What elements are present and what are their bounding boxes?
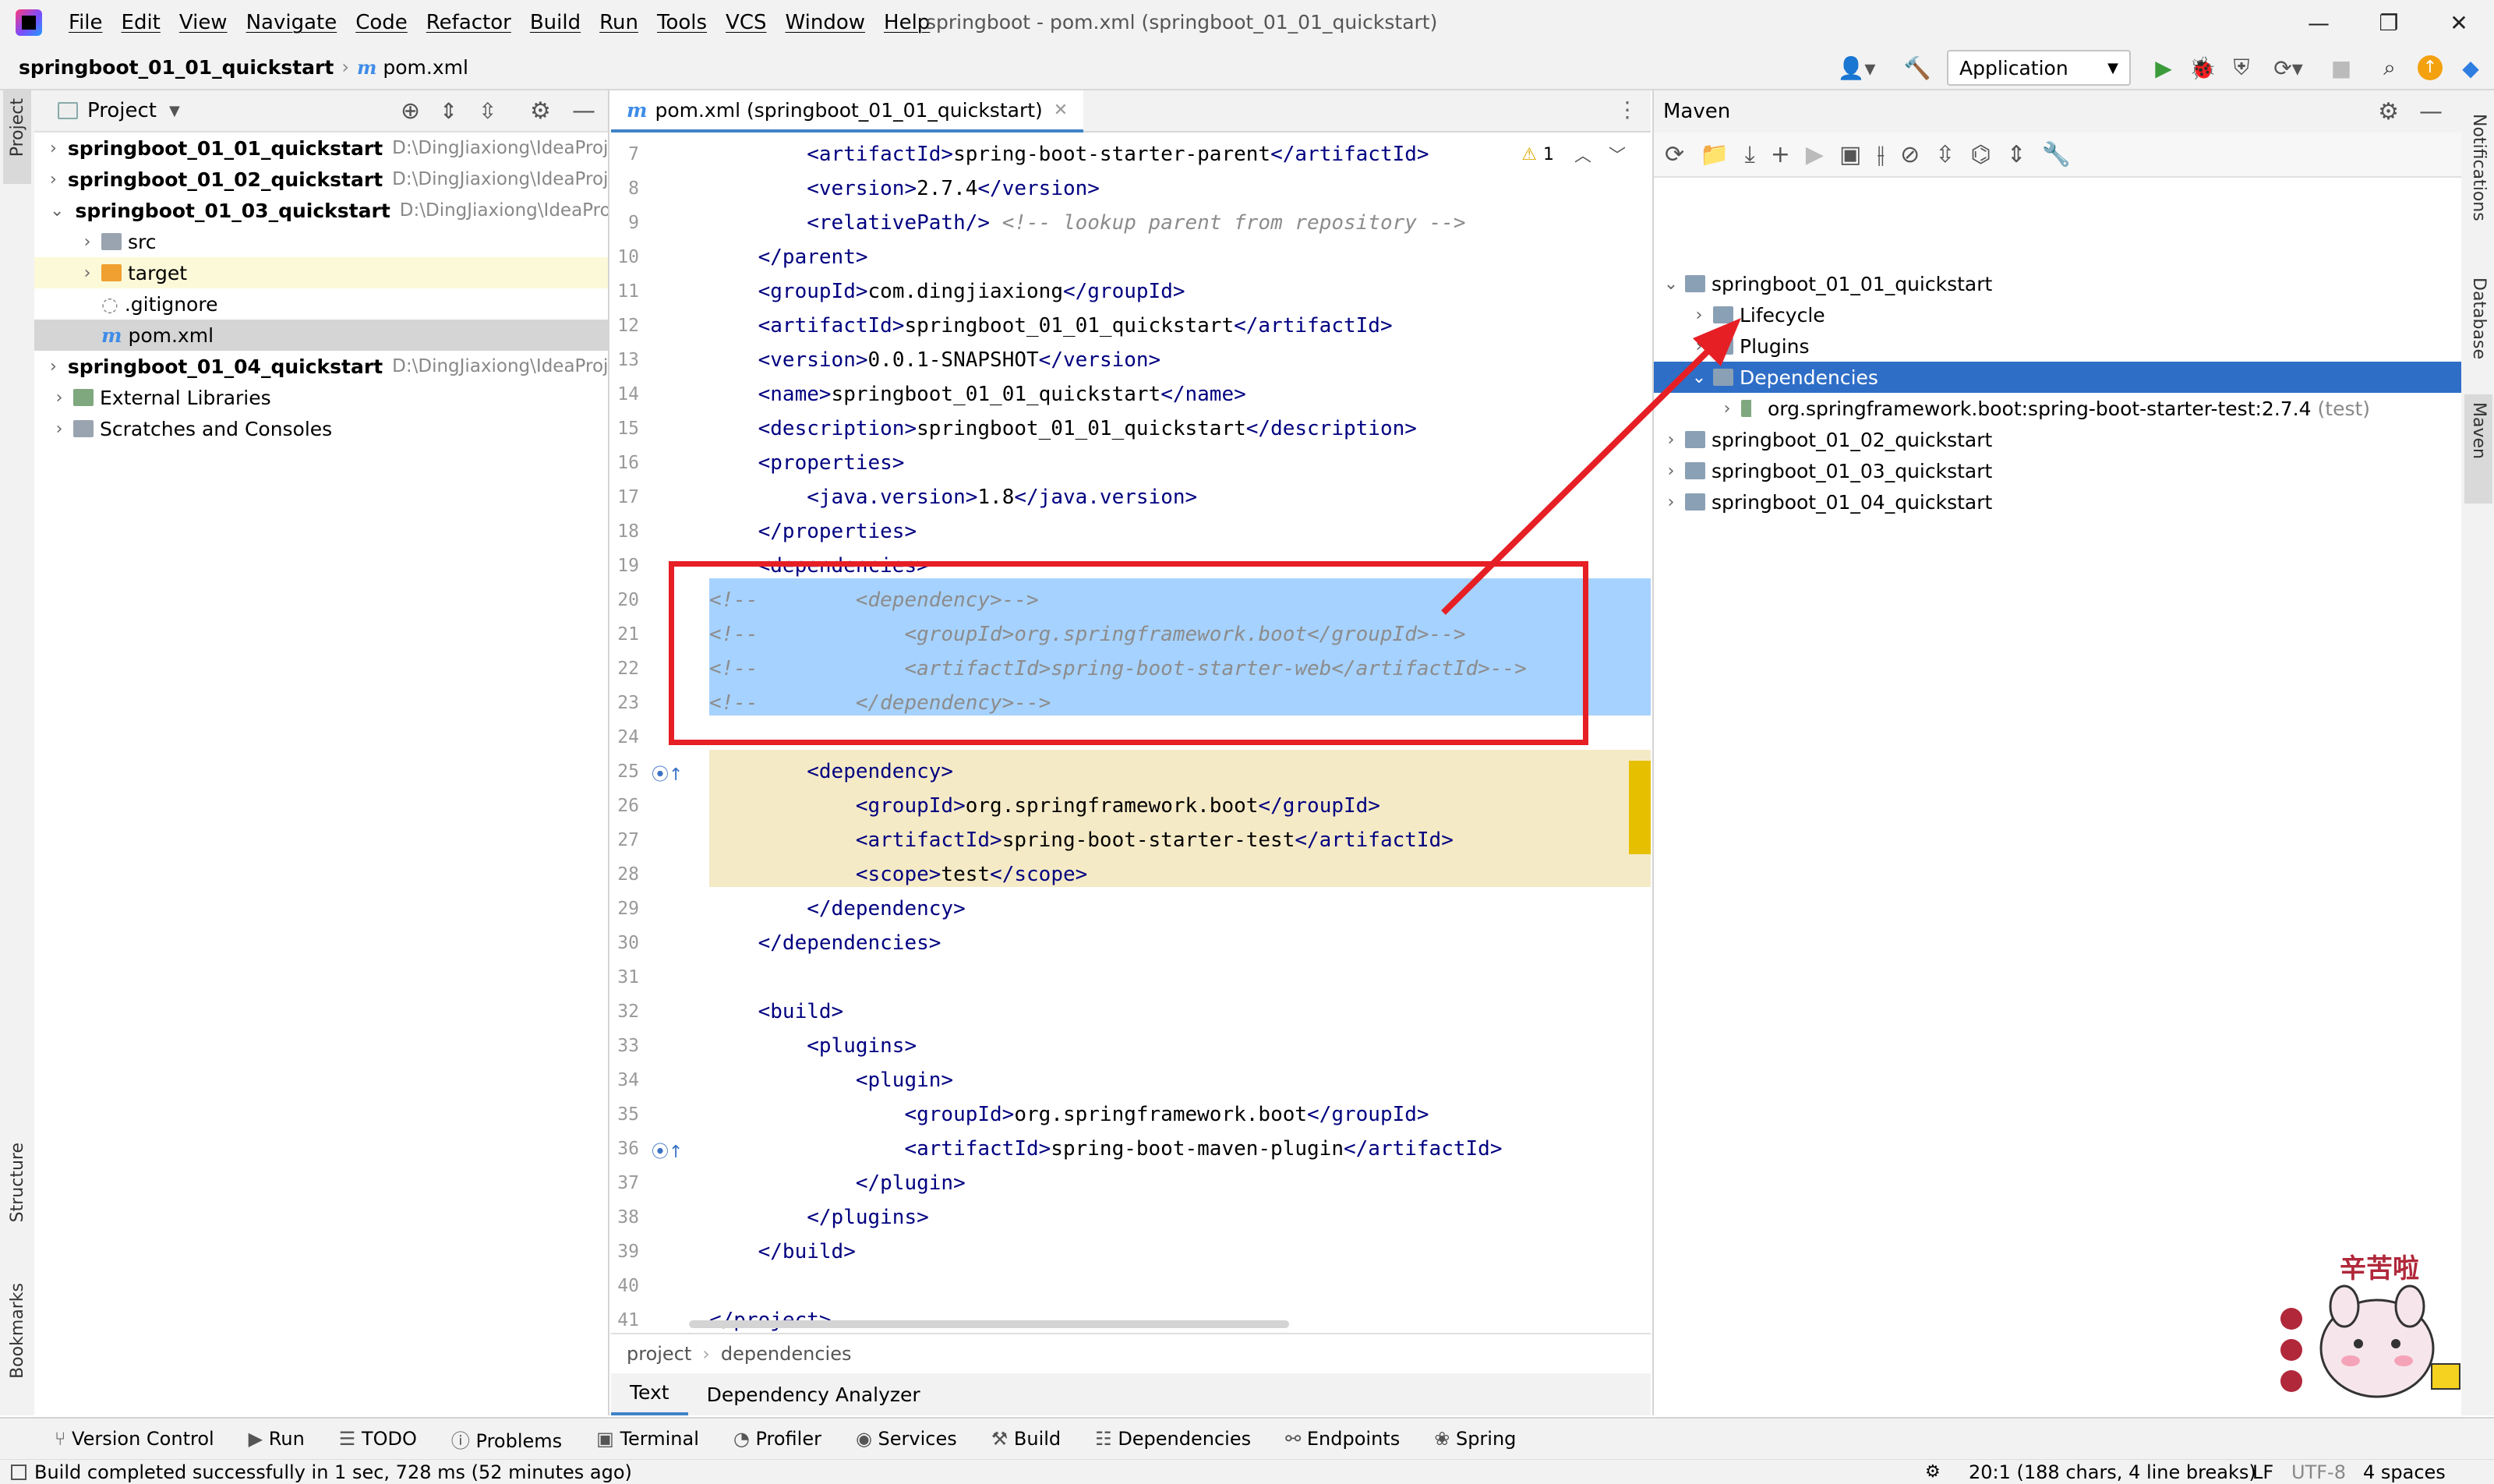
arrow-shaft	[1441, 342, 1717, 615]
sticker-image: 辛苦啦	[2268, 1247, 2478, 1419]
ide-window: File Edit View Navigate Code Refactor Bu…	[0, 0, 2494, 1484]
annotation-arrow	[1441, 318, 1741, 615]
bunny-sticker-icon	[2280, 1284, 2460, 1398]
